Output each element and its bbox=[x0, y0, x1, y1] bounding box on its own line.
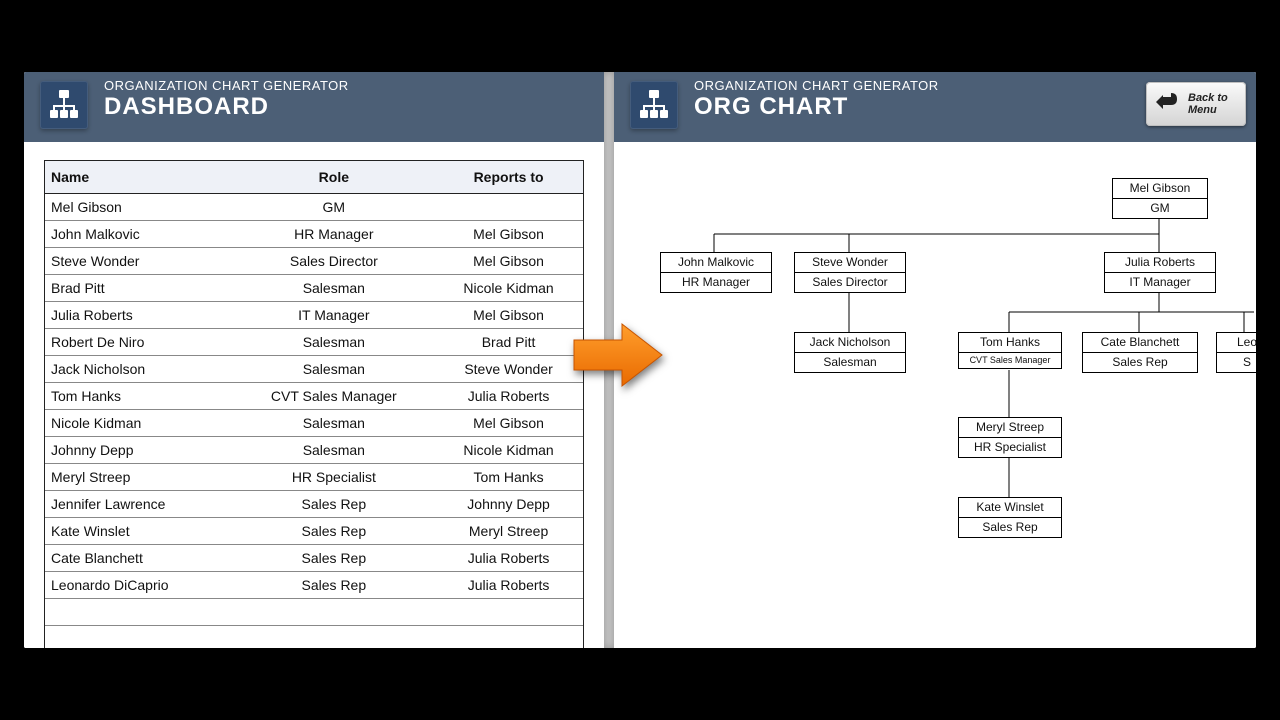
org-node[interactable]: John Malkovic HR Manager bbox=[660, 252, 772, 293]
table-row[interactable]: Leonardo DiCaprioSales RepJulia Roberts bbox=[45, 572, 583, 599]
org-node[interactable]: Jack Nicholson Salesman bbox=[794, 332, 906, 373]
col-role: Role bbox=[234, 161, 435, 194]
org-node[interactable]: Mel Gibson GM bbox=[1112, 178, 1208, 219]
table-row[interactable] bbox=[45, 626, 583, 649]
table-row[interactable]: Meryl StreepHR SpecialistTom Hanks bbox=[45, 464, 583, 491]
panel-title: DASHBOARD bbox=[104, 93, 604, 121]
table-row[interactable] bbox=[45, 599, 583, 626]
table-row[interactable]: John MalkovicHR ManagerMel Gibson bbox=[45, 221, 583, 248]
table-row[interactable]: Mel GibsonGM bbox=[45, 194, 583, 221]
org-node[interactable]: Meryl Streep HR Specialist bbox=[958, 417, 1062, 458]
org-node[interactable]: Steve Wonder Sales Director bbox=[794, 252, 906, 293]
table-row[interactable]: Robert De NiroSalesmanBrad Pitt bbox=[45, 329, 583, 356]
back-arrow-icon bbox=[1154, 91, 1182, 117]
table-row[interactable]: Kate WinsletSales RepMeryl Streep bbox=[45, 518, 583, 545]
dashboard-panel: ORGANIZATION CHART GENERATOR DASHBOARD N… bbox=[24, 72, 604, 648]
dashboard-header: ORGANIZATION CHART GENERATOR DASHBOARD bbox=[24, 72, 604, 142]
transform-arrow-icon bbox=[570, 320, 666, 390]
org-chart-canvas: Mel Gibson GM John Malkovic HR Manager S… bbox=[614, 142, 1256, 648]
table-row[interactable]: Steve WonderSales DirectorMel Gibson bbox=[45, 248, 583, 275]
table-row[interactable]: Johnny DeppSalesmanNicole Kidman bbox=[45, 437, 583, 464]
orgchart-panel: ORGANIZATION CHART GENERATOR ORG CHART B… bbox=[614, 72, 1256, 648]
col-reports: Reports to bbox=[434, 161, 583, 194]
table-row[interactable]: Tom HanksCVT Sales ManagerJulia Roberts bbox=[45, 383, 583, 410]
org-chart-icon bbox=[40, 81, 88, 129]
org-node[interactable]: Tom Hanks CVT Sales Manager bbox=[958, 332, 1062, 369]
back-button-label: Back to Menu bbox=[1188, 92, 1238, 116]
app-name: ORGANIZATION CHART GENERATOR bbox=[104, 78, 604, 93]
org-chart-icon bbox=[630, 81, 678, 129]
table-row[interactable]: Julia RobertsIT ManagerMel Gibson bbox=[45, 302, 583, 329]
table-row[interactable]: Jennifer LawrenceSales RepJohnny Depp bbox=[45, 491, 583, 518]
table-row[interactable]: Brad PittSalesmanNicole Kidman bbox=[45, 275, 583, 302]
table-row[interactable]: Cate BlanchettSales RepJulia Roberts bbox=[45, 545, 583, 572]
table-row[interactable]: Jack NicholsonSalesmanSteve Wonder bbox=[45, 356, 583, 383]
back-to-menu-button[interactable]: Back to Menu bbox=[1146, 82, 1246, 126]
org-node[interactable]: Cate Blanchett Sales Rep bbox=[1082, 332, 1198, 373]
org-node[interactable]: Julia Roberts IT Manager bbox=[1104, 252, 1216, 293]
employee-table: Name Role Reports to Mel GibsonGMJohn Ma… bbox=[44, 160, 584, 648]
table-row[interactable]: Nicole KidmanSalesmanMel Gibson bbox=[45, 410, 583, 437]
col-name: Name bbox=[45, 161, 234, 194]
orgchart-header: ORGANIZATION CHART GENERATOR ORG CHART B… bbox=[614, 72, 1256, 142]
org-node[interactable]: Kate Winslet Sales Rep bbox=[958, 497, 1062, 538]
org-node[interactable]: Leo S bbox=[1216, 332, 1256, 373]
